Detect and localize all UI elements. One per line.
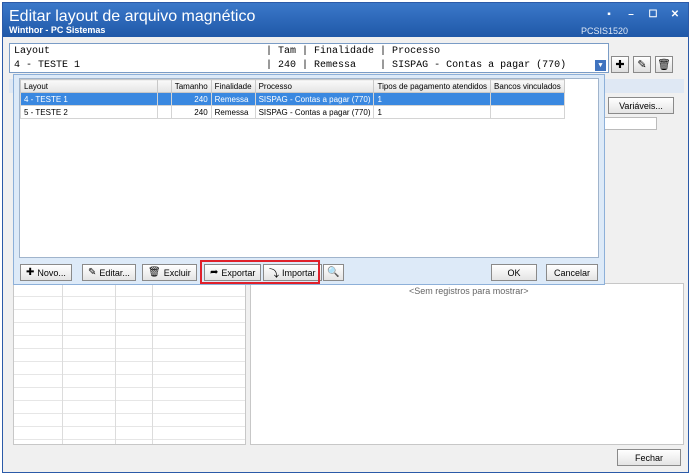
layout-list-popup: Layout Tamanho Finalidade Processo Tipos… (13, 74, 605, 285)
pencil-icon: ✎ (637, 59, 647, 71)
edit-button-label: Editar... (99, 267, 130, 278)
fields-grid[interactable] (13, 283, 246, 445)
pencil-icon: ✎ (88, 267, 97, 278)
cell-processo: SISPAG - Contas a pagar (770) (254, 92, 375, 106)
cell-layout: 5 - TESTE 2 (19, 105, 159, 119)
empty-records-message: <Sem registros para mostrar> (409, 286, 529, 296)
export-import-highlight (200, 260, 320, 284)
trash-icon: 🗑 (657, 59, 671, 71)
edit-layout-button[interactable]: ✎ (633, 56, 651, 73)
layout-combo[interactable]: Layout | Tam | Finalidade | Processo 4 -… (9, 43, 609, 73)
table-row[interactable]: 5 - TESTE 2 240 Remessa SISPAG - Contas … (19, 105, 565, 119)
cell-finalidade: Remessa (210, 105, 256, 119)
window-subtitle: Winthor - PC Sistemas (9, 25, 106, 35)
plus-icon: ✚ (26, 267, 35, 278)
add-layout-button[interactable]: ✚ (611, 56, 629, 73)
search-icon: 🔍 (327, 267, 340, 278)
delete-button-label: Excluir (163, 267, 191, 278)
variables-button[interactable]: Variáveis... (608, 97, 674, 114)
cell-processo: SISPAG - Contas a pagar (770) (254, 105, 375, 119)
close-icon[interactable]: ✕ (668, 8, 682, 20)
layout-table: Layout Tamanho Finalidade Processo Tipos… (19, 79, 565, 119)
search-button[interactable]: 🔍 (323, 264, 344, 281)
layout-combo-value: 4 - TESTE 1 | 240 | Remessa | SISPAG - C… (14, 60, 567, 71)
minimize-icon[interactable]: ▪ (602, 8, 616, 20)
layout-combo-header: Layout | Tam | Finalidade | Processo (14, 46, 441, 57)
cell-tipos: 1 (373, 92, 492, 106)
main-window: Editar layout de arquivo magnético Winth… (2, 2, 689, 473)
cell-blank (157, 105, 172, 119)
cell-blank (157, 92, 172, 106)
window-controls: ▪ – ☐ ✕ (602, 8, 682, 20)
maximize-icon[interactable]: ☐ (646, 8, 660, 20)
records-panel: <Sem registros para mostrar> (250, 283, 684, 445)
edit-button[interactable]: ✎ Editar... (82, 264, 136, 281)
cell-tamanho: 240 (170, 105, 212, 119)
table-row[interactable]: 4 - TESTE 1 240 Remessa SISPAG - Contas … (19, 92, 565, 106)
plus-icon: ✚ (615, 59, 625, 71)
chevron-down-icon[interactable]: ▼ (595, 60, 606, 71)
cell-tipos: 1 (373, 105, 492, 119)
col-tamanho[interactable]: Tamanho (170, 79, 212, 93)
col-tipos-pagamento[interactable]: Tipos de pagamento atendidos (373, 79, 492, 93)
delete-layout-button[interactable]: 🗑 (655, 56, 673, 73)
delete-button[interactable]: 🗑 Excluir (142, 264, 197, 281)
col-finalidade[interactable]: Finalidade (210, 79, 256, 93)
cancel-button[interactable]: Cancelar (546, 264, 598, 281)
cell-bancos (490, 92, 565, 106)
trash-icon: 🗑 (148, 267, 161, 278)
routine-code: PCSIS1520 (580, 26, 628, 36)
cell-finalidade: Remessa (210, 92, 256, 106)
col-bancos-vinculados[interactable]: Bancos vinculados (490, 79, 565, 93)
new-button[interactable]: ✚ Novo... (20, 264, 72, 281)
new-button-label: Novo... (37, 267, 66, 278)
cell-bancos (490, 105, 565, 119)
col-layout[interactable]: Layout (19, 79, 159, 93)
col-blank[interactable] (157, 79, 172, 93)
close-button[interactable]: Fechar (617, 449, 681, 466)
table-header-row: Layout Tamanho Finalidade Processo Tipos… (19, 79, 565, 93)
tab-strip (601, 117, 657, 130)
restore-icon[interactable]: – (624, 8, 638, 20)
ok-button[interactable]: OK (491, 264, 537, 281)
cell-layout: 4 - TESTE 1 (19, 92, 159, 106)
col-processo[interactable]: Processo (254, 79, 375, 93)
layout-list-grid[interactable]: Layout Tamanho Finalidade Processo Tipos… (19, 78, 599, 258)
title-bar: Editar layout de arquivo magnético Winth… (3, 3, 688, 37)
window-title: Editar layout de arquivo magnético (9, 8, 256, 25)
cell-tamanho: 240 (170, 92, 212, 106)
